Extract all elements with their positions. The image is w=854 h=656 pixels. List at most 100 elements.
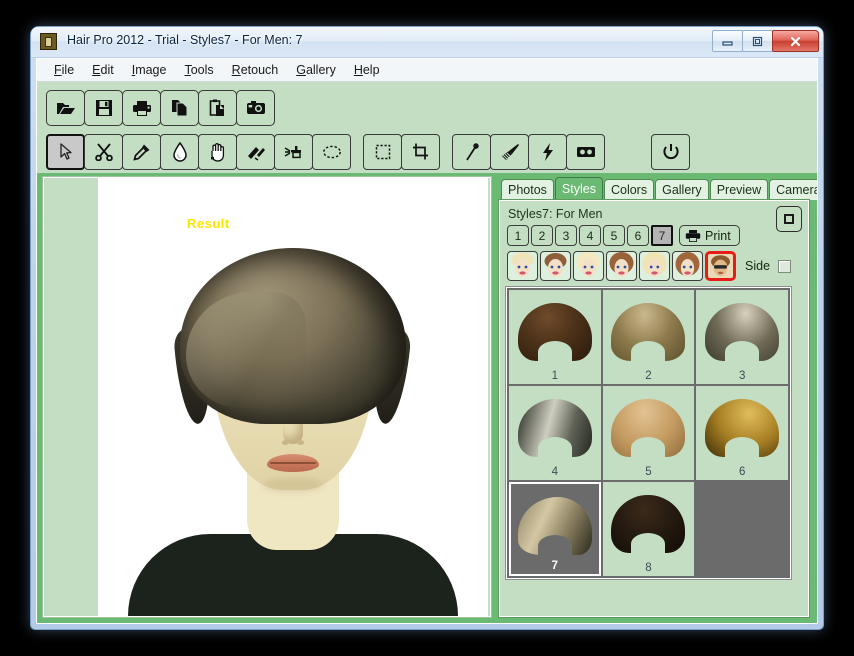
app-picture-icon [40, 33, 57, 50]
side-label: Side [745, 259, 771, 273]
hairstyle-thumb-6 [705, 399, 780, 459]
auto-lightning-button[interactable] [528, 134, 567, 170]
style-page-7[interactable]: 7 [651, 225, 673, 246]
hand-tool-button[interactable] [198, 134, 237, 170]
tab-colors[interactable]: Colors [603, 179, 655, 200]
makeup-brush-icon [247, 147, 265, 161]
hairstyle-cell-7-selected[interactable]: 7 [509, 482, 601, 576]
copy-icon [171, 100, 187, 117]
styles-panel-title: Styles7: For Men [508, 207, 603, 221]
tab-photos[interactable]: Photos [501, 179, 554, 200]
tab-gallery[interactable]: Gallery [655, 179, 709, 200]
menu-file[interactable]: File [45, 61, 83, 79]
paste-button[interactable] [198, 90, 237, 126]
scissors-icon [94, 143, 113, 161]
print-button-panel[interactable]: Print [679, 225, 740, 246]
canvas-left-margin [44, 178, 98, 616]
hairstyle-cell-6[interactable]: 6 [696, 386, 788, 480]
hairstyle-number-7: 7 [551, 560, 559, 572]
category-buttons: Side [507, 251, 802, 281]
chin-shadow [263, 478, 323, 492]
minimize-button[interactable] [712, 30, 743, 52]
hairstyle-cell-8[interactable]: 8 [602, 482, 695, 576]
style-page-3[interactable]: 3 [555, 225, 577, 246]
hairstyle-thumb-1 [517, 303, 592, 363]
tab-camera[interactable]: Camera [769, 179, 817, 200]
category-face-4[interactable] [606, 251, 637, 281]
hairstyle-thumb-8 [611, 495, 686, 555]
marquee-tool-button[interactable] [363, 134, 402, 170]
select-tool-button[interactable] [46, 134, 85, 170]
hairstyle-grid: 1 2 3 4 5 6 7 8 [505, 286, 792, 580]
hairstyle-cell-1[interactable]: 1 [509, 290, 601, 384]
hairstyle-number-5: 5 [645, 466, 652, 478]
maximize-button[interactable] [742, 30, 773, 52]
paste-clipboard-icon [209, 99, 224, 116]
menu-image[interactable]: Image [123, 61, 176, 79]
hairstyle-number-4: 4 [551, 466, 559, 478]
right-pane: Photos Styles Colors Gallery Preview Cam… [498, 177, 817, 618]
crop-tool-button[interactable] [401, 134, 440, 170]
style-page-1[interactable]: 1 [507, 225, 529, 246]
print-button[interactable] [122, 90, 161, 126]
title-bar[interactable]: Hair Pro 2012 - Trial - Styles7 - For Me… [31, 27, 823, 58]
blur-drop-tool-button[interactable] [160, 134, 199, 170]
camera-button[interactable] [236, 90, 275, 126]
hairstyle-cell-2[interactable]: 2 [602, 290, 695, 384]
style-page-2[interactable]: 2 [531, 225, 553, 246]
marquee-select-icon [375, 144, 390, 160]
menu-retouch[interactable]: Retouch [223, 61, 288, 79]
exit-power-button[interactable] [651, 134, 690, 170]
print-label: Print [705, 228, 731, 243]
hairstyle-cell-4[interactable]: 4 [509, 386, 601, 480]
open-button[interactable] [46, 90, 85, 126]
spray-tool-button[interactable] [274, 134, 313, 170]
close-button[interactable] [772, 30, 819, 52]
menu-edit[interactable]: Edit [83, 61, 123, 79]
tab-styles[interactable]: Styles [554, 177, 603, 200]
screen: Hair Pro 2012 - Trial - Styles7 - For Me… [0, 0, 854, 656]
eyedropper-icon [132, 144, 149, 161]
window-controls [712, 30, 819, 52]
category-face-5[interactable] [639, 251, 670, 281]
category-face-6[interactable] [672, 251, 703, 281]
hairstyle-cell-5[interactable]: 5 [602, 386, 695, 480]
hairstyle-number-3: 3 [738, 370, 746, 382]
save-button[interactable] [84, 90, 123, 126]
category-face-1[interactable] [507, 251, 538, 281]
hairstyle-cell-empty [696, 482, 788, 576]
hairstyle-cell-3[interactable]: 3 [696, 290, 788, 384]
power-icon [662, 144, 679, 160]
hairstyle-number-8: 8 [645, 562, 652, 574]
copy-button[interactable] [160, 90, 199, 126]
side-checkbox[interactable] [778, 259, 792, 273]
style-page-4[interactable]: 4 [579, 225, 601, 246]
menu-tools[interactable]: Tools [175, 61, 222, 79]
lasso-tool-button[interactable] [312, 134, 351, 170]
tape-tool-button[interactable] [566, 134, 605, 170]
menu-gallery[interactable]: Gallery [287, 61, 345, 79]
style-page-6[interactable]: 6 [627, 225, 649, 246]
main-content: Photos Styles Colors Gallery Preview Cam… [37, 173, 817, 623]
menu-help[interactable]: Help [345, 61, 389, 79]
hairstyle-thumb-7 [517, 497, 592, 557]
category-face-7-men-selected[interactable] [705, 251, 736, 281]
tab-strip: Photos Styles Colors Gallery Preview Cam… [499, 177, 817, 200]
hairstyle-number-1: 1 [551, 370, 559, 382]
photo-canvas[interactable] [42, 176, 492, 618]
spray-icon [284, 146, 301, 159]
nostril-left [282, 440, 289, 445]
scissors-tool-button[interactable] [84, 134, 123, 170]
magic-wand-tool-button[interactable] [452, 134, 491, 170]
eyedropper-tool-button[interactable] [122, 134, 161, 170]
toolbars [37, 82, 817, 173]
style-page-5[interactable]: 5 [603, 225, 625, 246]
category-face-2[interactable] [540, 251, 571, 281]
makeup-brush-tool-button[interactable] [236, 134, 275, 170]
restore-window-icon[interactable] [776, 206, 802, 232]
category-face-3[interactable] [573, 251, 604, 281]
tab-preview[interactable]: Preview [709, 179, 769, 200]
paint-brush-tool-button[interactable] [490, 134, 529, 170]
crop-icon [412, 143, 428, 160]
tape-icon [576, 147, 595, 157]
